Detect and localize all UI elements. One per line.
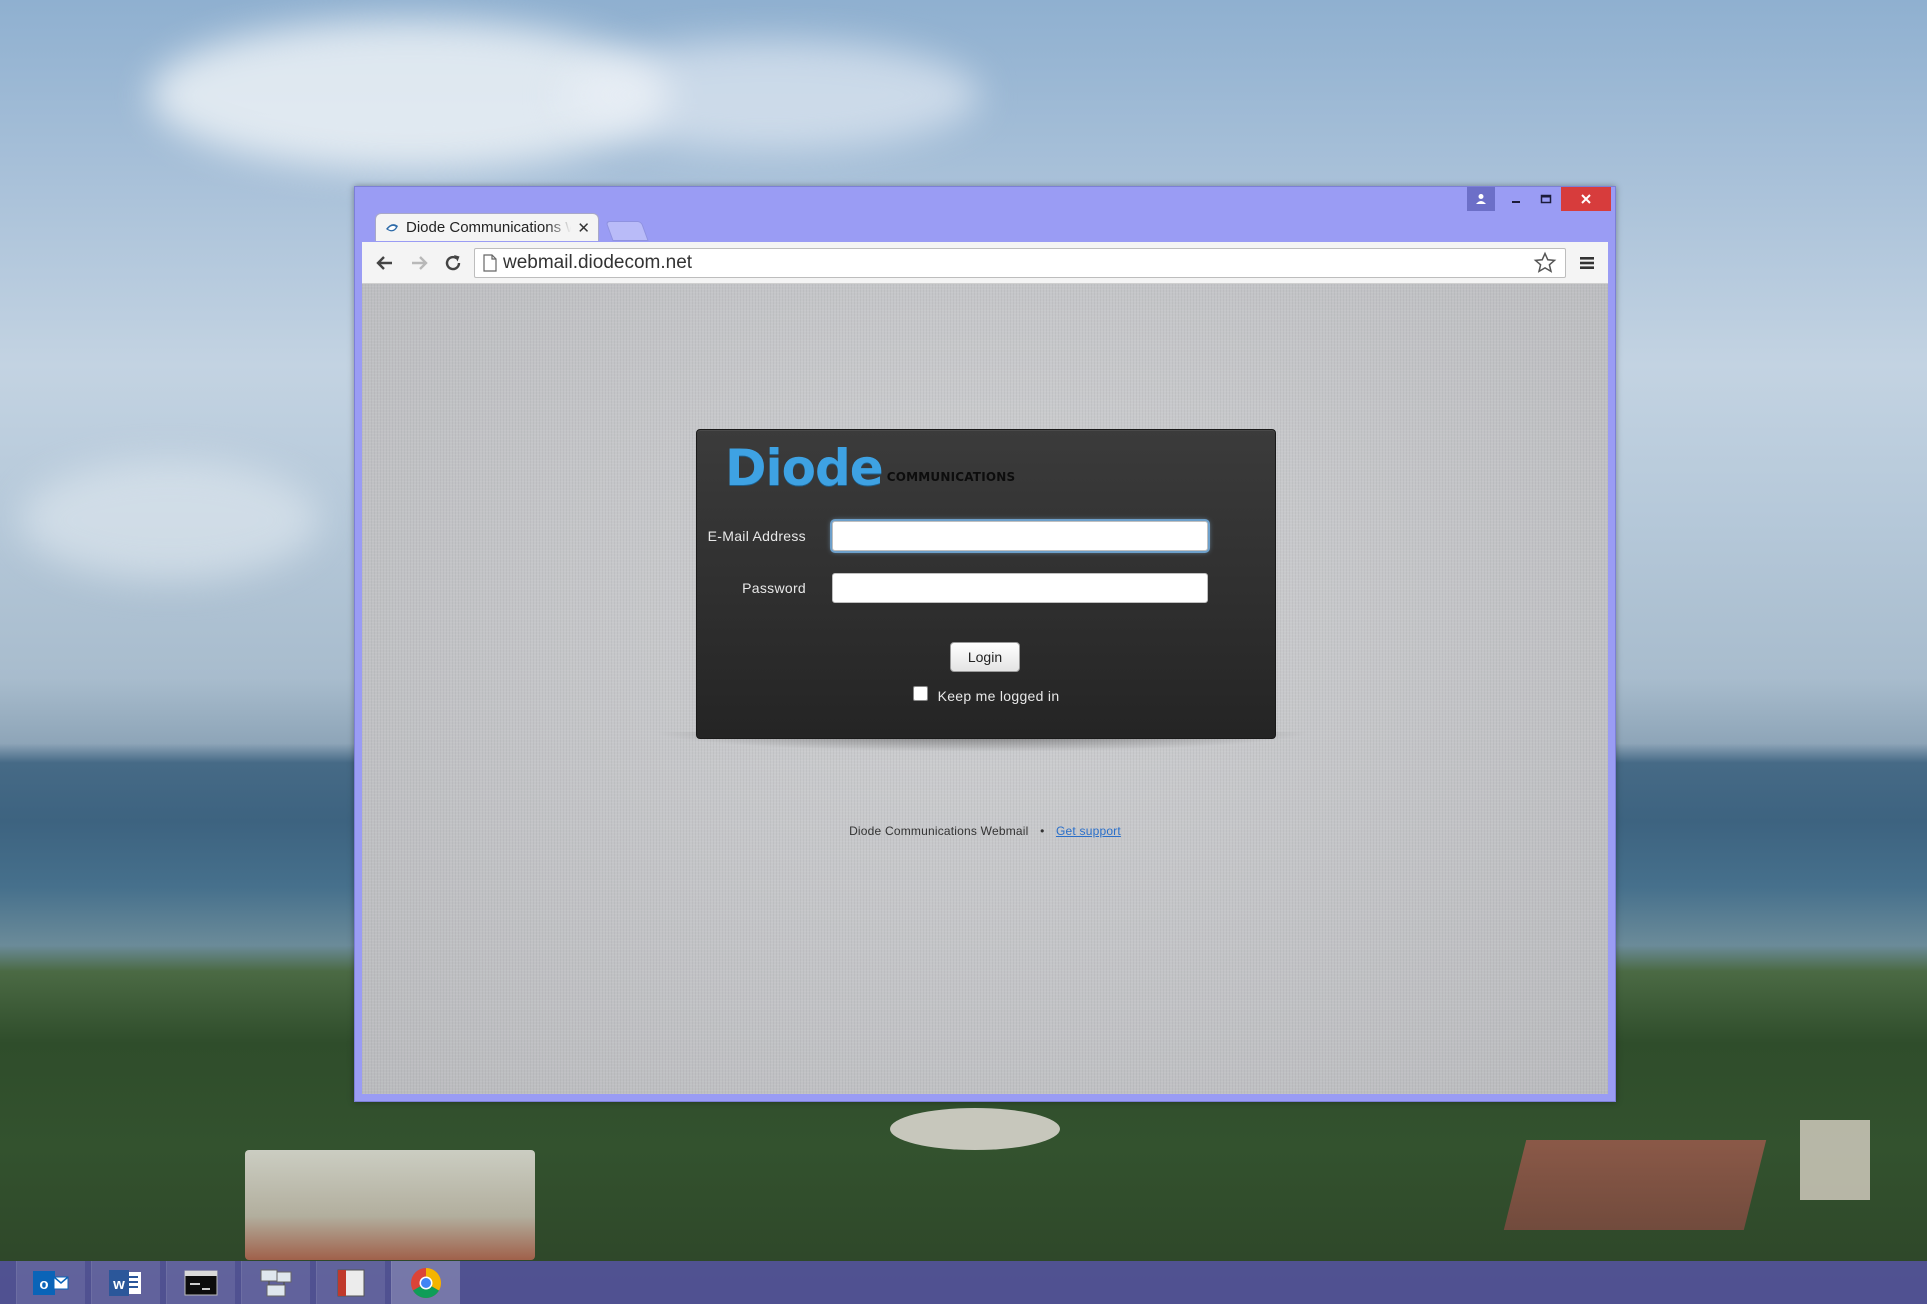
url-text[interactable]: webmail.diodecom.net — [503, 252, 1533, 274]
page-icon — [483, 253, 497, 272]
login-panel: Diode COMMUNICATIONS E-Mail Address Pass… — [696, 429, 1276, 739]
taskbar-word[interactable]: w — [91, 1261, 160, 1304]
page-footer: Diode Communications Webmail • Get suppo… — [362, 824, 1608, 838]
email-label: E-Mail Address — [707, 528, 806, 544]
terminal-icon — [184, 1270, 218, 1295]
taskbar-chrome[interactable] — [391, 1261, 460, 1304]
password-label: Password — [742, 580, 806, 596]
new-tab-button[interactable] — [605, 221, 649, 241]
taskbar-command-prompt[interactable] — [166, 1261, 235, 1304]
footer-text: Diode Communications Webmail — [849, 824, 1029, 838]
close-button[interactable] — [1561, 187, 1611, 211]
window-controls — [1467, 187, 1611, 213]
email-field[interactable] — [832, 521, 1208, 551]
close-icon — [1581, 194, 1591, 204]
login-button[interactable]: Login — [950, 642, 1020, 672]
tab-diode-webmail[interactable]: Diode Communications W ✕ — [375, 213, 599, 241]
outlook-icon: o — [33, 1270, 69, 1295]
svg-text:w: w — [112, 1276, 125, 1293]
wallpaper-cloud — [20, 460, 320, 580]
forward-arrow-icon — [412, 255, 428, 270]
password-field[interactable] — [832, 573, 1208, 603]
reader-icon — [337, 1269, 365, 1296]
minimize-icon — [1512, 201, 1520, 203]
keep-logged-in-label[interactable]: Keep me logged in — [938, 688, 1060, 704]
tab-title: Diode Communications W — [406, 219, 572, 236]
browser-window: Diode Communications W ✕ webmail.diodeco… — [354, 186, 1616, 1102]
maximize-button[interactable] — [1531, 187, 1561, 211]
get-support-link[interactable]: Get support — [1056, 824, 1121, 838]
word-icon: w — [109, 1269, 141, 1296]
svg-text:o: o — [39, 1276, 48, 1293]
browser-menu-button[interactable] — [1572, 248, 1602, 278]
back-arrow-icon — [376, 255, 392, 270]
taskbar: o w — [0, 1261, 1927, 1304]
tab-close-icon[interactable]: ✕ — [577, 219, 590, 237]
person-icon — [1476, 194, 1486, 204]
network-icon — [260, 1269, 292, 1296]
taskbar-network[interactable] — [241, 1261, 310, 1304]
diode-logo: Diode COMMUNICATIONS — [725, 440, 1015, 496]
diode-favicon-icon — [386, 223, 398, 231]
taskbar-outlook[interactable]: o — [16, 1261, 85, 1304]
wallpaper-building — [245, 1150, 535, 1260]
taskbar-reader[interactable] — [316, 1261, 385, 1304]
wallpaper-building — [1800, 1120, 1870, 1200]
profile-button[interactable] — [1467, 187, 1495, 211]
footer-separator: • — [1040, 824, 1045, 838]
bookmark-star-icon[interactable] — [1533, 251, 1557, 275]
logo-tagline: COMMUNICATIONS — [886, 470, 1016, 484]
maximize-icon — [1540, 194, 1552, 204]
remember-me-row: Keep me logged in — [697, 685, 1275, 704]
wallpaper-building — [890, 1108, 1060, 1150]
email-row: E-Mail Address — [697, 519, 1275, 553]
wallpaper-building — [1503, 1140, 1767, 1230]
address-bar[interactable]: webmail.diodecom.net — [474, 247, 1566, 278]
hamburger-menu-icon — [1580, 256, 1594, 269]
keep-logged-in-checkbox[interactable] — [912, 685, 928, 701]
browser-toolbar: webmail.diodecom.net — [362, 242, 1608, 284]
minimize-button[interactable] — [1501, 187, 1531, 211]
logo-wordmark: Diode — [725, 439, 884, 497]
reload-button[interactable] — [436, 248, 470, 278]
page-content: Diode COMMUNICATIONS E-Mail Address Pass… — [362, 284, 1608, 1094]
tab-strip: Diode Communications W ✕ — [365, 211, 1065, 241]
forward-button[interactable] — [402, 248, 436, 278]
password-row: Password — [697, 571, 1275, 605]
chrome-icon — [411, 1267, 441, 1298]
reload-icon — [445, 254, 461, 270]
wallpaper-cloud — [560, 40, 980, 150]
back-button[interactable] — [368, 248, 402, 278]
